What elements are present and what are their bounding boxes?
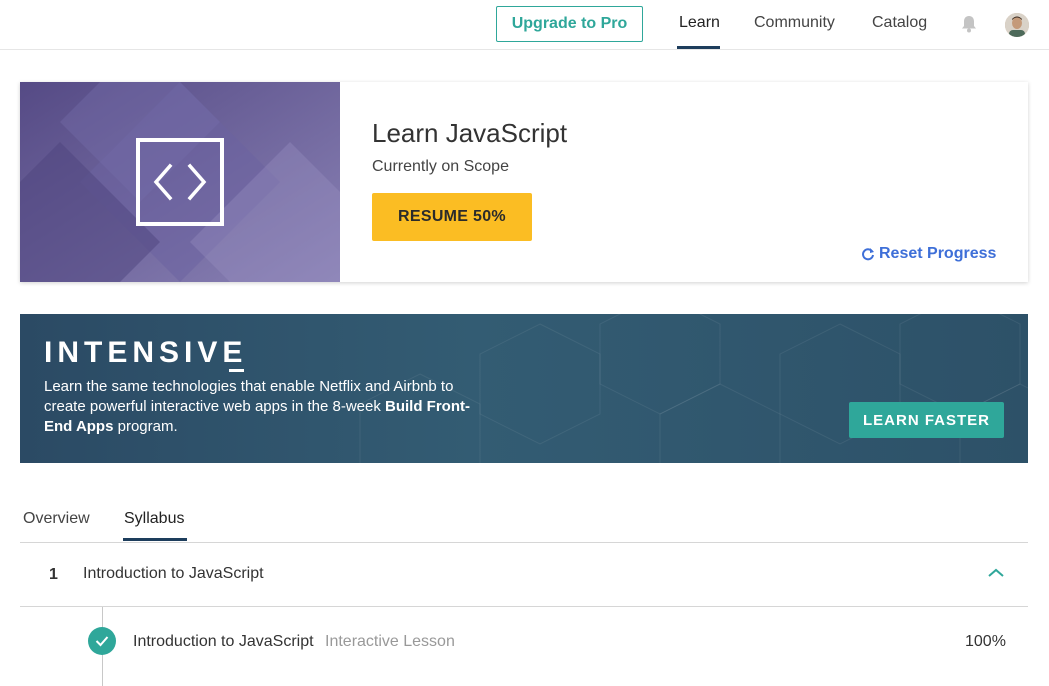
- lesson-type: Interactive Lesson: [325, 633, 455, 650]
- active-tab-indicator: [123, 538, 187, 541]
- lesson-row[interactable]: Introduction to JavaScript Interactive L…: [20, 607, 1028, 677]
- upgrade-to-pro-button[interactable]: Upgrade to Pro: [496, 6, 643, 42]
- intensive-description: Learn the same technologies that enable …: [44, 378, 470, 435]
- nav-link-learn[interactable]: Learn: [679, 14, 720, 32]
- bell-icon[interactable]: [961, 15, 977, 33]
- active-nav-indicator: [677, 46, 720, 49]
- course-status: Currently on Scope: [372, 158, 509, 175]
- learn-faster-button[interactable]: LEARN FASTER: [849, 402, 1004, 438]
- chevron-up-icon[interactable]: [987, 567, 1005, 579]
- reset-progress-label: Reset Progress: [879, 245, 997, 262]
- resume-button[interactable]: RESUME 50%: [372, 193, 532, 241]
- nav-link-catalog[interactable]: Catalog: [872, 14, 927, 32]
- intensive-logo-accent: [229, 369, 244, 372]
- user-avatar[interactable]: [1005, 13, 1029, 37]
- intensive-logo: INTENSIVE: [44, 336, 248, 369]
- course-title: Learn JavaScript: [372, 118, 568, 148]
- tab-syllabus[interactable]: Syllabus: [124, 510, 184, 528]
- reset-progress-link[interactable]: Reset Progress: [861, 245, 996, 263]
- lesson-title[interactable]: Introduction to JavaScript: [133, 633, 314, 651]
- tab-overview[interactable]: Overview: [23, 510, 90, 528]
- course-tabs: Overview Syllabus: [20, 500, 1028, 543]
- course-hero-image: [20, 82, 340, 282]
- intensive-banner: INTENSIVE Learn the same technologies th…: [20, 314, 1028, 463]
- lesson-progress: 100%: [965, 633, 1006, 650]
- completed-check-icon: [88, 627, 116, 655]
- nav-link-community[interactable]: Community: [754, 14, 835, 32]
- syllabus-module[interactable]: 1 Introduction to JavaScript: [20, 543, 1028, 607]
- module-number: 1: [49, 566, 58, 583]
- refresh-icon: [862, 248, 874, 261]
- module-title: Introduction to JavaScript: [83, 565, 264, 582]
- course-card: Learn JavaScript Currently on Scope RESU…: [20, 82, 1028, 282]
- top-navigation: Upgrade to Pro Learn Community Catalog: [0, 0, 1049, 50]
